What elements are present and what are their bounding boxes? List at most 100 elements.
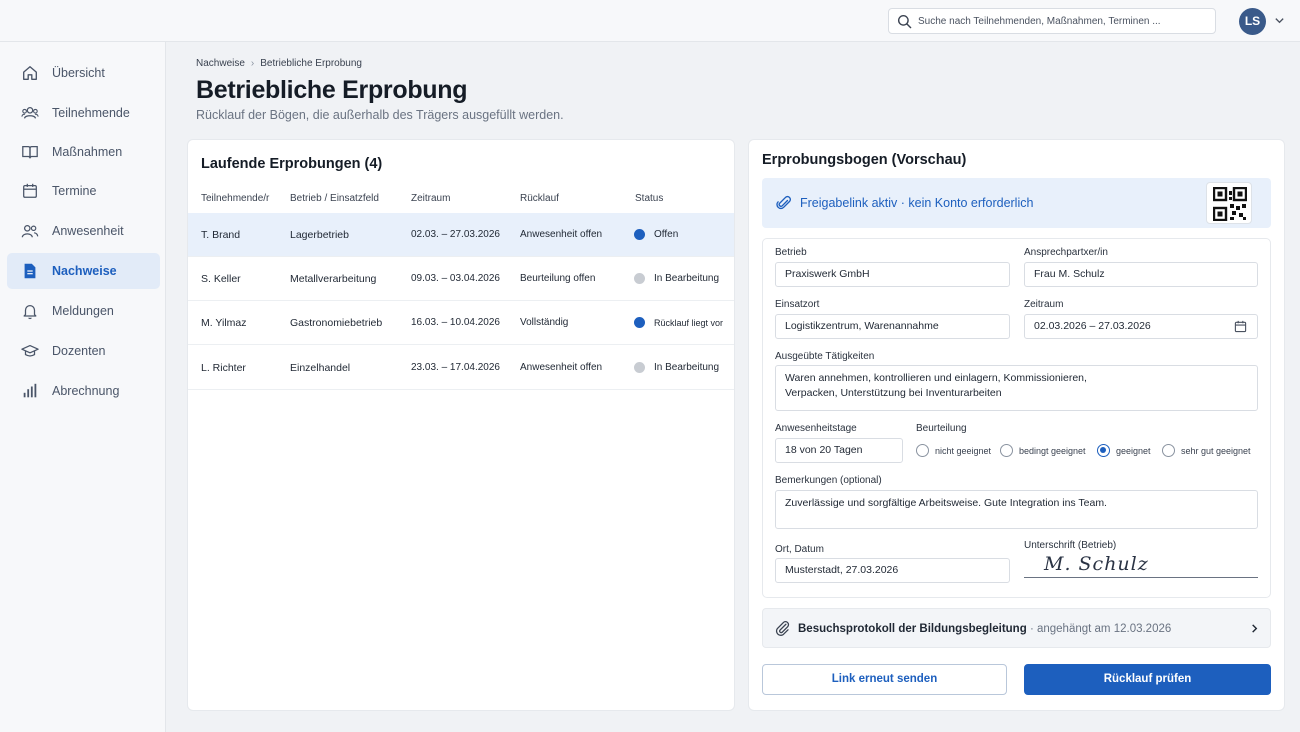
- sidebar-item-teilnehmende[interactable]: Teilnehmende: [7, 95, 160, 131]
- table-row[interactable]: T. Brand Lagerbetrieb 02.03. – 27.03.202…: [188, 213, 734, 257]
- page-subtitle: Rücklauf der Bögen, die außerhalb des Tr…: [196, 108, 564, 122]
- status-label: Offen: [654, 229, 679, 240]
- column-header: Teilnehmende/r: [201, 193, 270, 204]
- resend-link-button[interactable]: Link erneut senden: [762, 664, 1007, 695]
- bar-chart-icon: [21, 382, 39, 400]
- status-label: Rücklauf liegt vor: [654, 318, 724, 328]
- chevron-right-icon[interactable]: [1249, 623, 1260, 634]
- signature-line: [1024, 577, 1258, 578]
- cell-ruecklauf: Anwesenheit offen: [520, 362, 603, 373]
- search-box[interactable]: [888, 8, 1216, 34]
- einsatzort-field[interactable]: Logistikzentrum, Warenannahme: [775, 314, 1010, 339]
- chevron-right-icon: ›: [250, 58, 255, 69]
- status-dot: [634, 273, 645, 284]
- sidebar-item-label: Abrechnung: [52, 384, 120, 398]
- sidebar-item-meldungen[interactable]: Meldungen: [7, 293, 160, 329]
- radio-nicht-geeignet[interactable]: nicht geeignet: [916, 444, 991, 457]
- status-dot: [634, 362, 645, 373]
- graduation-cap-icon: [21, 342, 39, 360]
- anwesenheitstage-field[interactable]: 18 von 20 Tagen: [775, 438, 903, 463]
- breadcrumb: Nachweise › Betriebliche Erprobung: [196, 58, 362, 69]
- search-input[interactable]: [918, 9, 1208, 33]
- column-header: Rücklauf: [520, 193, 559, 204]
- table-row[interactable]: S. Keller Metallverarbeitung 09.03. – 03…: [188, 257, 734, 301]
- sidebar-item-label: Meldungen: [52, 304, 114, 318]
- attachment-title: Besuchsprotokoll der Bildungsbegleitung: [798, 623, 1027, 635]
- users-icon: [21, 104, 39, 122]
- column-header: Zeitraum: [411, 193, 451, 204]
- unterschrift-label: Unterschrift (Betrieb): [1024, 540, 1117, 551]
- breadcrumb-link-nachweise[interactable]: Nachweise: [196, 58, 245, 69]
- taetigkeiten-label: Ausgeübte Tätigkeiten: [775, 351, 875, 362]
- sidebar-item-label: Anwesenheit: [52, 224, 124, 238]
- bemerkungen-textarea[interactable]: Zuverlässige und sorgfältige Arbeitsweis…: [775, 490, 1258, 529]
- betrieb-field[interactable]: Praxiswerk GmbH: [775, 262, 1010, 287]
- cell-zeitraum: 16.03. – 10.04.2026: [411, 317, 500, 328]
- preview-title: Erprobungsbogen (Vorschau): [762, 152, 967, 168]
- qr-code-button[interactable]: [1206, 182, 1252, 224]
- radio-sehr-gut-geeignet[interactable]: sehr gut geeignet: [1162, 444, 1251, 457]
- cell-name: L. Richter: [201, 362, 246, 374]
- cell-betrieb: Einzelhandel: [290, 362, 351, 374]
- bemerkungen-label: Bemerkungen (optional): [775, 475, 882, 486]
- zeitraum-field[interactable]: 02.03.2026 – 27.03.2026: [1024, 314, 1258, 339]
- taetigkeiten-textarea[interactable]: Waren annehmen, kontrollieren und einlag…: [775, 365, 1258, 411]
- status-label: In Bearbeitung: [654, 362, 720, 373]
- cell-betrieb: Gastronomiebetrieb: [290, 317, 383, 329]
- ort-datum-label: Ort, Datum: [775, 544, 824, 555]
- sidebar-item-nachweise[interactable]: Nachweise: [7, 253, 160, 289]
- zeitraum-label: Zeitraum: [1024, 299, 1064, 310]
- ansprechpartner-field[interactable]: Frau M. Schulz: [1024, 262, 1258, 287]
- table-row[interactable]: M. Yilmaz Gastronomiebetrieb 16.03. – 10…: [188, 301, 734, 345]
- banner-text: Freigabelink aktiv · kein Konto erforder…: [800, 196, 1034, 210]
- einsatzort-label: Einsatzort: [775, 299, 820, 310]
- status-dot: [634, 229, 645, 240]
- sidebar-item-uebersicht[interactable]: Übersicht: [7, 55, 160, 91]
- sidebar: Übersicht Teilnehmende Maßnahmen Termine…: [0, 42, 166, 732]
- paperclip-icon: [774, 620, 791, 637]
- chevron-down-icon[interactable]: [1274, 15, 1285, 26]
- bell-icon: [21, 302, 39, 320]
- sidebar-item-label: Termine: [52, 184, 97, 198]
- sidebar-item-label: Übersicht: [52, 66, 105, 80]
- cell-ruecklauf: Beurteilung offen: [520, 273, 596, 284]
- document-icon: [21, 262, 39, 280]
- sidebar-item-label: Maßnahmen: [52, 145, 123, 159]
- cell-name: T. Brand: [201, 229, 241, 241]
- sidebar-item-termine[interactable]: Termine: [7, 173, 160, 209]
- attachment-row[interactable]: Besuchsprotokoll der Bildungsbegleitung …: [762, 608, 1271, 648]
- home-icon: [21, 64, 39, 82]
- sidebar-item-massnahmen[interactable]: Maßnahmen: [7, 134, 160, 170]
- ort-datum-field[interactable]: Musterstadt, 27.03.2026: [775, 558, 1010, 583]
- cell-zeitraum: 09.03. – 03.04.2026: [411, 273, 500, 284]
- calendar-icon[interactable]: [1234, 320, 1247, 333]
- sidebar-item-anwesenheit[interactable]: Anwesenheit: [7, 213, 160, 249]
- people-icon: [21, 222, 39, 240]
- page-title: Betriebliche Erprobung: [196, 76, 468, 104]
- sidebar-item-dozenten[interactable]: Dozenten: [7, 333, 160, 369]
- calendar-icon: [21, 182, 39, 200]
- column-header: Betrieb / Einsatzfeld: [290, 193, 379, 204]
- beurteilung-label: Beurteilung: [916, 423, 967, 434]
- cell-zeitraum: 23.03. – 17.04.2026: [411, 362, 500, 373]
- form-preview: [762, 238, 1271, 598]
- cell-betrieb: Metallverarbeitung: [290, 273, 377, 285]
- link-icon: [776, 195, 793, 212]
- cell-betrieb: Lagerbetrieb: [290, 229, 349, 241]
- radio-bedingt-geeignet[interactable]: bedingt geeignet: [1000, 444, 1086, 457]
- table-row[interactable]: L. Richter Einzelhandel 23.03. – 17.04.2…: [188, 346, 734, 390]
- cell-zeitraum: 02.03. – 27.03.2026: [411, 229, 500, 240]
- check-return-button[interactable]: Rücklauf prüfen: [1024, 664, 1271, 695]
- status-dot: [634, 317, 645, 328]
- user-avatar[interactable]: LS: [1239, 8, 1266, 35]
- column-header: Status: [635, 193, 664, 204]
- breadcrumb-current: Betriebliche Erprobung: [260, 58, 362, 69]
- status-label: In Bearbeitung: [654, 273, 720, 284]
- zeitraum-value: 02.03.2026 – 27.03.2026: [1034, 320, 1151, 332]
- share-link-banner: Freigabelink aktiv · kein Konto erforder…: [762, 178, 1271, 228]
- ansprechpartner-label: Ansprechpartxer/in: [1024, 247, 1108, 258]
- sidebar-item-label: Teilnehmende: [52, 106, 130, 120]
- sidebar-item-abrechnung[interactable]: Abrechnung: [7, 373, 160, 409]
- anwesenheitstage-label: Anwesenheitstage: [775, 423, 857, 434]
- radio-geeignet[interactable]: geeignet: [1097, 444, 1151, 457]
